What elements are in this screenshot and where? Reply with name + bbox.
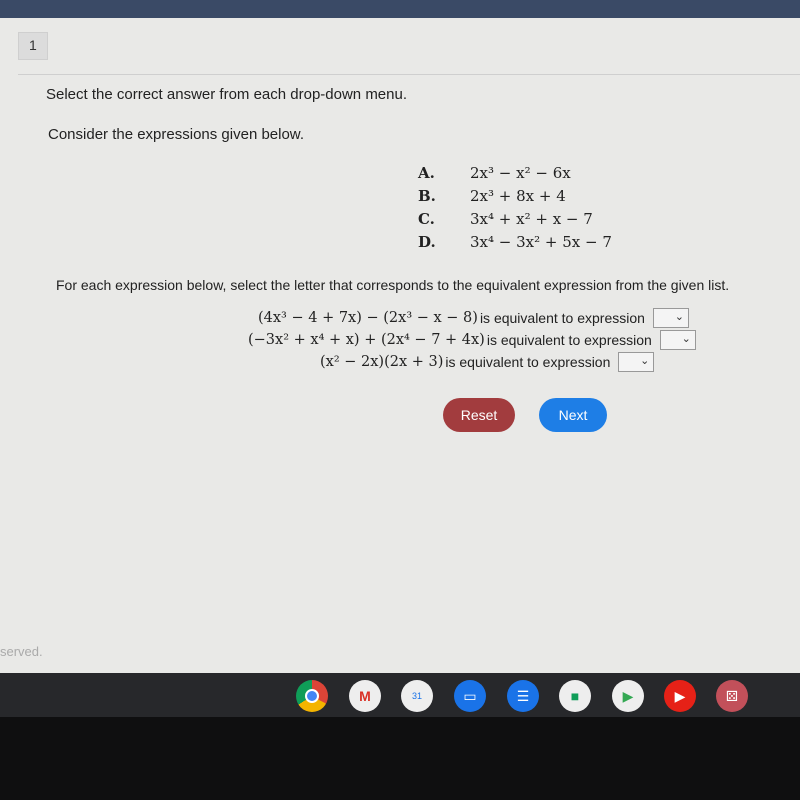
item-expr: (4x³ − 4 + 7x) − (2x³ − x − 8) bbox=[258, 310, 478, 326]
chevron-down-icon: ⌄ bbox=[640, 355, 650, 367]
app-launcher-icon[interactable]: ⚄ bbox=[716, 680, 748, 712]
item-text: is equivalent to expression bbox=[479, 310, 645, 326]
options-list: A. 2x³ − x² − 6x B. 2x³ + 8x + 4 C. 3x⁴ + x… bbox=[418, 164, 612, 256]
item-expr: (−3x² + x⁴ + x) + (2x⁴ − 7 + 4x) bbox=[248, 332, 485, 348]
option-letter: A. bbox=[418, 164, 435, 182]
answer-dropdown-3[interactable]: ⌄ bbox=[618, 352, 655, 372]
reset-button[interactable]: Reset bbox=[443, 398, 515, 432]
play-store-icon[interactable]: ▶ bbox=[612, 680, 644, 712]
option-c: C. 3x⁴ + x² + x − 7 bbox=[418, 210, 612, 233]
files-icon[interactable]: ▭ bbox=[454, 680, 486, 712]
question-page: 1 Select the correct answer from each dr… bbox=[0, 18, 800, 673]
prompt: Consider the expressions given below. bbox=[48, 126, 304, 143]
answer-dropdown-2[interactable]: ⌄ bbox=[659, 330, 696, 350]
divider bbox=[18, 74, 800, 75]
youtube-icon[interactable]: ▶ bbox=[664, 680, 696, 712]
meet-icon[interactable]: ■ bbox=[559, 680, 591, 712]
option-expr: 2x³ + 8x + 4 bbox=[470, 187, 566, 205]
browser-top-bar bbox=[0, 0, 800, 20]
option-expr: 3x⁴ + x² + x − 7 bbox=[470, 210, 593, 228]
option-letter: D. bbox=[418, 233, 436, 251]
next-button[interactable]: Next bbox=[539, 398, 607, 432]
chevron-down-icon: ⌄ bbox=[681, 333, 691, 345]
item-row-1: (4x³ − 4 + 7x) − (2x³ − x − 8) is equiva… bbox=[258, 308, 689, 328]
chevron-down-icon: ⌄ bbox=[674, 311, 684, 323]
option-expr: 3x⁴ − 3x² + 5x − 7 bbox=[470, 233, 612, 251]
option-expr: 2x³ − x² − 6x bbox=[470, 164, 571, 182]
item-expr: (x² − 2x)(2x + 3) bbox=[320, 354, 444, 370]
item-text: is equivalent to expression bbox=[445, 354, 611, 370]
footer-text: served. bbox=[0, 644, 43, 659]
answer-dropdown-1[interactable]: ⌄ bbox=[652, 308, 689, 328]
item-text: is equivalent to expression bbox=[486, 332, 652, 348]
messages-icon[interactable]: ☰ bbox=[507, 680, 539, 712]
instruction: Select the correct answer from each drop… bbox=[46, 86, 408, 103]
option-b: B. 2x³ + 8x + 4 bbox=[418, 187, 612, 210]
gmail-icon[interactable]: M bbox=[349, 680, 381, 712]
item-row-3: (x² − 2x)(2x + 3) is equivalent to expre… bbox=[320, 352, 655, 372]
option-a: A. 2x³ − x² − 6x bbox=[418, 164, 612, 187]
chrome-icon[interactable] bbox=[296, 680, 328, 712]
option-d: D. 3x⁴ − 3x² + 5x − 7 bbox=[418, 233, 612, 256]
option-letter: B. bbox=[418, 187, 436, 205]
item-row-2: (−3x² + x⁴ + x) + (2x⁴ − 7 + 4x) is equi… bbox=[248, 330, 696, 350]
calendar-icon[interactable]: 31 bbox=[401, 680, 433, 712]
question-number[interactable]: 1 bbox=[18, 32, 48, 60]
for-each-instruction: For each expression below, select the le… bbox=[56, 277, 730, 293]
option-letter: C. bbox=[418, 210, 435, 228]
